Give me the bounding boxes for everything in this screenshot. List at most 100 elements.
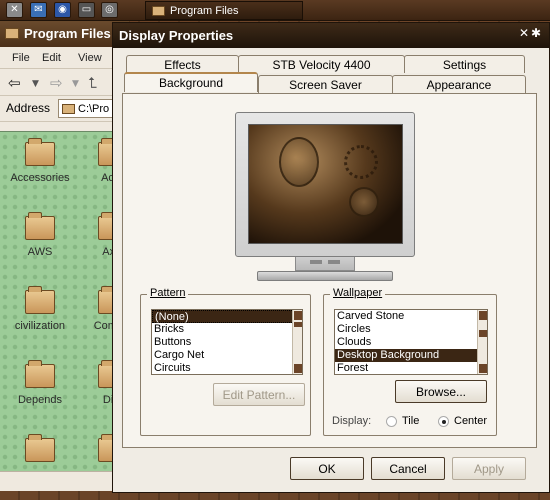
center-radio[interactable] [438, 416, 449, 427]
list-item[interactable]: Circuits [152, 362, 302, 375]
monitor-preview [235, 112, 415, 297]
folder-label: civilization [14, 320, 66, 332]
explorer-title: Program Files [24, 26, 111, 41]
address-bar: Address C:\Pro [0, 96, 129, 122]
folder-icon [152, 6, 165, 16]
chevron-down-icon[interactable]: ▼ [32, 79, 39, 89]
folder-icon [62, 104, 75, 114]
explorer-toolbar: ⇦ ▼ ⇨ ▼ ⮤ [0, 69, 129, 96]
tab-effects[interactable]: Effects [126, 55, 239, 73]
tab-label: Background [158, 76, 224, 90]
menu-view[interactable]: View [78, 52, 102, 64]
scroll-thumb[interactable] [294, 364, 302, 373]
window-controls: ✕ ✱ [519, 26, 545, 44]
menu-edit[interactable]: Edit [42, 52, 61, 64]
center-radio-label: Center [454, 415, 488, 427]
browse-label: Browse... [415, 385, 466, 399]
ok-button[interactable]: OK [290, 457, 364, 480]
folder-item[interactable]: AWS [5, 212, 75, 258]
explorer-window: Program Files File Edit View ⇦ ▼ ⇨ ▼ ⮤ A… [0, 21, 132, 491]
tab-settings[interactable]: Settings [404, 55, 525, 73]
list-item[interactable]: Circles [335, 323, 487, 336]
list-item[interactable]: (None) [152, 310, 302, 323]
up-folder-icon[interactable]: ⮤ [88, 74, 97, 92]
list-item[interactable]: Forest [335, 362, 487, 375]
forward-arrow-icon[interactable]: ⇨ [50, 74, 63, 92]
tab-label: Effects [164, 58, 201, 72]
tab-label: Appearance [426, 78, 492, 92]
tab-background[interactable]: Background [124, 72, 258, 92]
folder-icon [25, 212, 55, 240]
preview-gear [344, 145, 378, 179]
monitor-button [328, 260, 340, 264]
taskbar-task-label: Program Files [170, 5, 239, 17]
wallpaper-group: Wallpaper Carved Stone Circles Clouds De… [323, 287, 497, 436]
tab-screen-saver[interactable]: Screen Saver [258, 75, 393, 93]
list-item[interactable]: Clouds [335, 336, 487, 349]
wallpaper-preview [248, 124, 403, 244]
folder-label: Accessories [10, 172, 70, 184]
wallpaper-list[interactable]: Carved Stone Circles Clouds Desktop Back… [334, 309, 488, 375]
tab-label: STB Velocity 4400 [272, 58, 371, 72]
list-item[interactable]: Bricks [152, 323, 302, 336]
explorer-menu-bar: File Edit View [0, 47, 129, 69]
tab-stb-velocity[interactable]: STB Velocity 4400 [238, 55, 405, 73]
cancel-button[interactable]: Cancel [371, 457, 445, 480]
tile-radio-label: Tile [402, 415, 420, 427]
scroll-thumb[interactable] [479, 364, 487, 373]
back-arrow-icon[interactable]: ⇦ [8, 74, 21, 92]
scroll-thumb[interactable] [294, 322, 302, 327]
address-value: C:\Pro [78, 103, 110, 115]
folder-item[interactable]: Accessories [5, 138, 75, 184]
folder-item[interactable]: civilization [5, 286, 75, 332]
list-item[interactable]: Buttons [152, 336, 302, 349]
scroll-thumb[interactable] [294, 311, 302, 320]
folder-item[interactable]: Depends [5, 360, 75, 406]
tile-radio[interactable] [386, 416, 397, 427]
pattern-group: Pattern (None) Bricks Buttons Cargo Net … [140, 287, 311, 436]
folder-icon [5, 28, 19, 39]
eye-icon[interactable]: ◎ [101, 2, 118, 18]
background-tab-panel: Pattern (None) Bricks Buttons Cargo Net … [122, 93, 537, 448]
explorer-title-bar[interactable]: Program Files [0, 21, 129, 47]
list-item[interactable]: Carved Stone [335, 310, 487, 323]
web-icon[interactable]: ◉ [54, 2, 71, 18]
tab-appearance[interactable]: Appearance [392, 75, 526, 93]
monitor-base [257, 271, 393, 281]
display-properties-dialog: Display Properties ✕ ✱ Effects STB Veloc… [112, 22, 550, 493]
pattern-list[interactable]: (None) Bricks Buttons Cargo Net Circuits [151, 309, 303, 375]
ok-label: OK [318, 462, 336, 476]
list-item[interactable]: Cargo Net [152, 349, 302, 362]
close-icon[interactable]: ✕ [519, 26, 529, 40]
edit-pattern-button[interactable]: Edit Pattern... [213, 383, 305, 406]
menu-file[interactable]: File [12, 52, 30, 64]
list-item[interactable]: Desktop Background [335, 349, 487, 362]
wallpaper-scrollbar[interactable] [477, 310, 487, 374]
wallpaper-label-text: Wallpaper [333, 287, 383, 299]
tab-label: Settings [442, 58, 487, 72]
terminal-icon[interactable]: ▭ [78, 2, 95, 18]
explorer-file-view: Accessories Activ AWS Axia civilization … [0, 131, 132, 471]
folder-icon [25, 434, 55, 462]
monitor-neck [295, 257, 355, 271]
close-app-icon[interactable]: ✕ [6, 2, 23, 18]
folder-item[interactable] [5, 434, 75, 468]
apply-button[interactable]: Apply [452, 457, 526, 480]
apply-label: Apply [473, 462, 505, 476]
address-label: Address [6, 101, 51, 115]
explorer-status-bar [0, 471, 130, 491]
pattern-scrollbar[interactable] [292, 310, 302, 374]
wallpaper-group-label: Wallpaper [330, 287, 386, 299]
monitor-frame [235, 112, 415, 257]
folder-label: AWS [27, 246, 53, 258]
chevron-down-icon[interactable]: ▼ [72, 79, 79, 89]
preview-gear [349, 187, 379, 217]
scroll-thumb[interactable] [479, 311, 487, 320]
mail-icon[interactable]: ✉ [30, 2, 47, 18]
scroll-thumb[interactable] [479, 330, 487, 337]
folder-icon [25, 286, 55, 314]
taskbar-task-program-files[interactable]: Program Files [145, 1, 303, 20]
browse-button[interactable]: Browse... [395, 380, 487, 403]
dialog-title-bar[interactable]: Display Properties ✕ ✱ [113, 23, 549, 48]
gear-icon[interactable]: ✱ [531, 26, 541, 40]
